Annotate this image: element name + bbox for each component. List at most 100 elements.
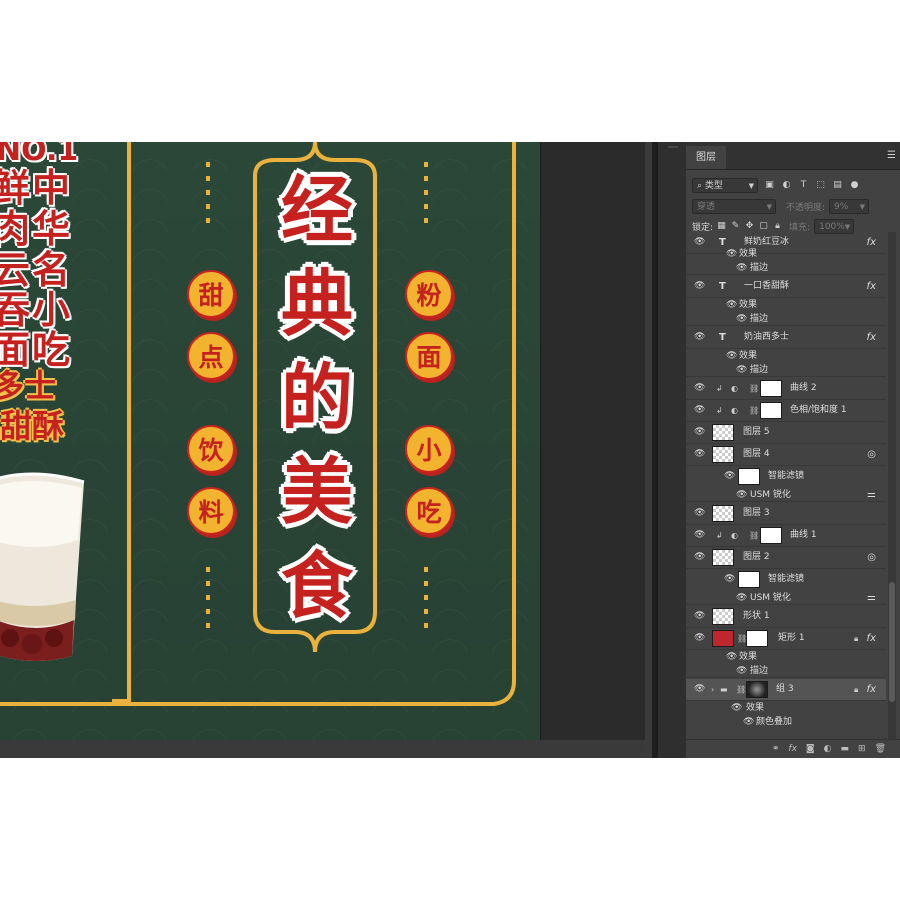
lock-artboard-icon[interactable]: ▢ [758, 221, 769, 232]
mask-thumbnail[interactable] [746, 681, 768, 698]
opacity-field[interactable]: 9% ▼ [829, 198, 870, 214]
effect-item-row[interactable]: 👁︎ 描边 [686, 664, 886, 678]
blend-mode-select[interactable]: 穿透 ▼ [692, 198, 776, 214]
layers-scrollbar[interactable] [888, 232, 896, 743]
filter-item-row[interactable]: 👁︎ USM 锐化 ⚌ [686, 488, 886, 502]
eye-icon[interactable]: 👁︎ [736, 667, 747, 676]
eye-icon[interactable]: 👁︎ [694, 428, 705, 437]
layer-row[interactable]: 👁︎ ↲ ◐ ⛓︎ 曲线 2 [686, 378, 886, 400]
eye-icon[interactable]: 👁︎ [726, 653, 737, 662]
lock-all-icon[interactable]: 🔒︎ [772, 221, 783, 232]
eye-icon[interactable]: 👁︎ [743, 718, 754, 727]
layer-row[interactable]: 👁︎ ↲ ◐ ⛓︎ 曲线 1 [686, 525, 886, 547]
layer-row-selected[interactable]: 👁︎ › ▬ ⛓︎ 组 3 🔒︎ fx [686, 679, 886, 701]
new-layer-icon[interactable]: ⊞ [858, 744, 866, 754]
eye-icon[interactable]: 👁︎ [694, 685, 705, 694]
eye-icon[interactable]: 👁︎ [736, 366, 747, 375]
chevron-right-icon[interactable]: › [711, 679, 714, 700]
effects-row[interactable]: 👁︎ 效果 [686, 349, 886, 363]
effects-row[interactable]: 👁︎ 效果 [686, 298, 886, 312]
layer-list[interactable]: 👁︎ T 鲜奶红豆冰 fx 👁︎ 效果 👁︎ 描边 👁︎ T 一口香甜酥 fx [686, 232, 886, 743]
eye-icon[interactable]: 👁︎ [694, 282, 705, 291]
mask-thumbnail[interactable] [746, 630, 768, 647]
image-filter-icon[interactable]: ▣ [764, 180, 775, 191]
layer-row[interactable]: 👁︎ 图层 3 [686, 503, 886, 525]
layer-thumbnail[interactable] [712, 549, 734, 566]
layer-thumbnail[interactable] [712, 446, 734, 463]
eye-icon[interactable]: 👁︎ [726, 352, 737, 361]
folder-icon[interactable]: ▬ [841, 744, 850, 754]
mask-thumbnail[interactable] [760, 527, 782, 544]
eye-icon[interactable]: 👁︎ [736, 491, 747, 500]
effect-item-row[interactable]: 👁︎ 描边 [686, 363, 886, 377]
shape-thumbnail[interactable] [712, 630, 734, 647]
fx-icon[interactable]: fx [867, 327, 876, 348]
eye-icon[interactable]: 👁︎ [724, 575, 735, 584]
filter-options-icon[interactable]: ⚌ [867, 591, 876, 605]
eye-icon[interactable]: 👁︎ [726, 301, 737, 310]
effect-item-row[interactable]: 👁︎ 描边 [686, 312, 886, 326]
mask-icon[interactable]: ◙ [806, 744, 815, 754]
eye-icon[interactable]: 👁︎ [694, 333, 705, 342]
layer-thumbnail[interactable] [712, 608, 734, 625]
layer-row[interactable]: 👁︎ 图层 2 ◎ [686, 547, 886, 569]
filter-type-select[interactable]: ⌕ 类型 ▼ [692, 177, 758, 193]
layer-thumbnail[interactable] [712, 424, 734, 441]
fx-icon[interactable]: fx [867, 679, 876, 700]
effects-row[interactable]: 👁︎ 效果 [686, 701, 886, 715]
link-icon[interactable]: ⚭ [772, 744, 780, 754]
eye-icon[interactable]: 👁︎ [724, 472, 735, 481]
text-filter-icon[interactable]: T [798, 180, 809, 191]
effects-row[interactable]: 👁︎ 效果 [686, 650, 886, 664]
layer-row[interactable]: 👁︎ 形状 1 [686, 606, 886, 628]
layer-thumbnail[interactable] [712, 505, 734, 522]
layers-scrollbar-thumb[interactable] [889, 582, 895, 702]
layer-row[interactable]: 👁︎ T 奶油西多士 fx [686, 327, 886, 349]
canvas-scroll-strip[interactable] [0, 740, 652, 758]
fx-icon[interactable]: fx [867, 628, 876, 649]
layer-row[interactable]: 👁︎ 图层 5 [686, 422, 886, 444]
canvas-scrollbar[interactable] [645, 142, 652, 758]
eye-icon[interactable]: 👁︎ [694, 406, 705, 415]
layer-row[interactable]: 👁︎ ↲ ◐ ⛓︎ 色相/饱和度 1 [686, 400, 886, 422]
eye-icon[interactable]: 👁︎ [694, 553, 705, 562]
filter-item-row[interactable]: 👁︎ USM 锐化 ⚌ [686, 591, 886, 605]
trash-icon[interactable]: 🗑︎ [875, 744, 886, 754]
mask-thumbnail[interactable] [760, 402, 782, 419]
filter-mask-thumbnail[interactable] [738, 468, 760, 485]
fx-icon[interactable]: fx [788, 744, 797, 754]
eye-icon[interactable]: 👁︎ [736, 594, 747, 603]
lock-transparent-icon[interactable]: ▦ [716, 221, 727, 232]
eye-icon[interactable]: 👁︎ [694, 634, 705, 643]
fx-icon[interactable]: fx [867, 276, 876, 297]
eye-icon[interactable]: 👁︎ [736, 264, 747, 273]
menu-lines-icon[interactable]: ☰ [887, 150, 896, 161]
eye-icon[interactable]: 👁︎ [694, 612, 705, 621]
eye-icon[interactable]: 👁︎ [694, 450, 705, 459]
smart-filter-icon[interactable]: ▤ [832, 180, 843, 191]
filter-options-icon[interactable]: ⚌ [867, 488, 876, 502]
layer-row[interactable]: 👁︎ ⛓︎ 矩形 1 🔒︎ fx [686, 628, 886, 650]
lock-move-icon[interactable]: ✥ [744, 221, 755, 232]
layer-row[interactable]: 👁︎ T 一口香甜酥 fx [686, 276, 886, 298]
lock-paint-icon[interactable]: ✎ [730, 221, 741, 232]
effects-row[interactable]: 👁︎ 效果 [686, 247, 886, 261]
eye-icon[interactable]: 👁︎ [694, 384, 705, 393]
canvas-area[interactable]: 甜 点 饮 料 粉 面 小 吃 经 典 的 美 食 NO.1 鲜 肉 云 吞 面… [0, 142, 652, 758]
filter-toggle-icon[interactable]: ● [849, 180, 860, 191]
eye-icon[interactable]: 👁︎ [731, 704, 742, 713]
effect-item-row[interactable]: 👁︎ 颜色叠加 [686, 715, 886, 729]
adjustment-icon[interactable]: ◐ [824, 744, 832, 754]
smart-filter-row[interactable]: 👁︎ 智能滤镜 [686, 466, 886, 488]
filter-mask-thumbnail[interactable] [738, 571, 760, 588]
eye-icon[interactable]: 👁︎ [694, 531, 705, 540]
eye-icon[interactable]: 👁︎ [726, 250, 737, 259]
eye-icon[interactable]: 👁︎ [694, 238, 705, 247]
adjust-filter-icon[interactable]: ◐ [781, 180, 792, 191]
mask-thumbnail[interactable] [760, 380, 782, 397]
poster-canvas[interactable]: 甜 点 饮 料 粉 面 小 吃 经 典 的 美 食 NO.1 鲜 肉 云 吞 面… [0, 142, 541, 740]
eye-icon[interactable]: 👁︎ [694, 509, 705, 518]
smart-filter-row[interactable]: 👁︎ 智能滤镜 [686, 569, 886, 591]
effect-item-row[interactable]: 👁︎ 描边 [686, 261, 886, 275]
eye-icon[interactable]: 👁︎ [736, 315, 747, 324]
